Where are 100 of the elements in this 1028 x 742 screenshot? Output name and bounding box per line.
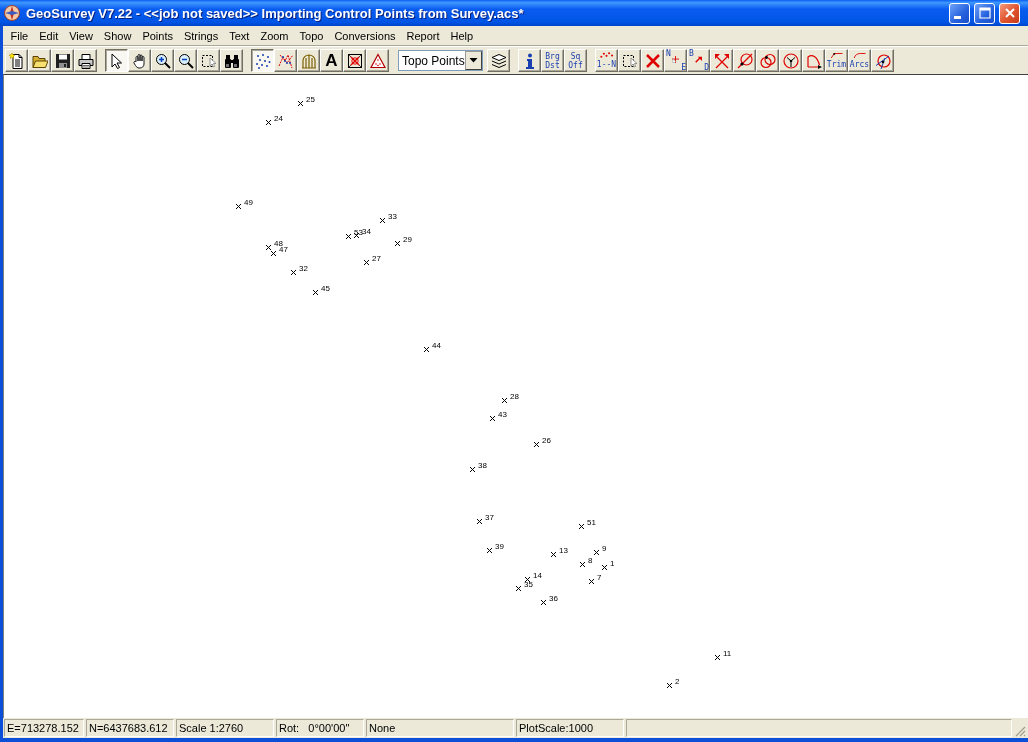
crossed-box-icon [346,52,363,69]
trim-button[interactable]: Trim [825,49,848,72]
corner-lines-icon [829,52,844,58]
point-label: 26 [542,436,551,445]
bearing-button[interactable]: B D [687,49,710,72]
status-panel: PlotScale:1000 [516,719,624,737]
arc-button[interactable] [802,49,825,72]
menu-item[interactable]: File [5,27,34,44]
open-button[interactable] [28,49,51,72]
select-window-button[interactable] [618,49,641,72]
resize-grip-icon[interactable] [1014,725,1026,737]
cross-marker-icon [469,466,475,472]
circle-button[interactable] [779,49,802,72]
square-off-button[interactable]: Sq Off [564,49,587,72]
new-button[interactable] [5,49,28,72]
point-label: 43 [498,410,507,419]
point-label: 1 [610,559,615,568]
scribble-lines-icon [277,52,294,69]
point-label: 11 [723,649,732,658]
point-label: 33 [388,212,397,221]
cross-marker-icon [476,518,482,524]
menu-item[interactable]: Topo [294,27,329,44]
menu-item[interactable]: Text [223,27,255,44]
topo-button[interactable] [297,49,320,72]
diagonal-arrow-icon [695,56,702,63]
status-panel: N=6437683.612 [86,719,174,737]
show-points-button[interactable] [251,49,274,72]
select-tool-button[interactable] [105,49,128,72]
text-button[interactable]: A [320,49,343,72]
triangle-button[interactable] [366,49,389,72]
pointer-arrow-icon [108,52,125,69]
point-label: 13 [559,546,568,555]
zoom-out-button[interactable] [174,49,197,72]
status-panel: E=713278.152 [4,719,84,737]
delete-button[interactable] [343,49,366,72]
point-label: 35 [524,580,533,589]
tangent-button[interactable] [871,49,894,72]
cross-marker-icon [524,576,530,582]
point-label: 28 [510,392,519,401]
point-label: 2 [675,677,680,686]
minimize-icon [954,16,961,19]
cross-marker-icon [579,561,585,567]
cross-marker-icon [379,217,385,223]
menu-item[interactable]: View [63,27,99,44]
two-circles-icon [759,52,776,69]
point-label: 34 [362,227,371,236]
arcs-button[interactable]: Arcs [848,49,871,72]
menu-item[interactable]: Points [136,27,179,44]
coordinate-button[interactable]: N E [664,49,687,72]
save-button[interactable] [51,49,74,72]
maximize-icon [978,7,991,19]
point-label: 8 [588,556,593,565]
renumber-button[interactable]: 1--N [595,49,618,72]
zoom-window-button[interactable] [197,49,220,72]
zoom-in-button[interactable] [151,49,174,72]
point-label: 7 [597,573,602,582]
maximize-button[interactable] [974,2,995,24]
point-label: 14 [533,571,542,580]
show-strings-button[interactable] [274,49,297,72]
close-button[interactable] [999,2,1020,24]
cross-marker-icon [501,397,507,403]
menu-item[interactable]: Strings [178,27,224,44]
pan-button[interactable] [128,49,151,72]
compass-icon [4,5,20,21]
menu-item[interactable]: Edit [33,27,64,44]
printer-icon [77,52,94,69]
menu-item[interactable]: Zoom [254,27,295,44]
cross-marker-icon [593,549,599,555]
circle-line-icon [736,52,753,69]
minimize-button[interactable] [949,2,970,24]
bearing-distance-button[interactable]: Brg Dst [541,49,564,72]
layer-dropdown[interactable]: Topo Points [398,50,483,71]
find-button[interactable] [220,49,243,72]
menu-item[interactable]: Conversions [328,27,402,44]
point-label: 37 [485,513,494,522]
cross-marker-icon [265,119,271,125]
intersect-button[interactable] [710,49,733,72]
menu-item[interactable]: Report [401,27,446,44]
point-label: 24 [274,114,283,123]
status-panel: Scale 1:2760 [176,719,274,737]
point-label: 36 [549,594,558,603]
cross-marker-icon [312,289,318,295]
circle-circle-button[interactable] [756,49,779,72]
x-mark-icon [644,52,661,69]
menu-item[interactable]: Help [445,27,479,44]
info-button[interactable] [518,49,541,72]
close-icon [1003,7,1016,19]
cross-marker-icon [666,682,672,688]
cross-marker-icon [290,269,296,275]
point-label: 29 [403,235,412,244]
cross-marker-icon [486,547,492,553]
menu-item[interactable]: Show [98,27,137,44]
circle-line-button[interactable] [733,49,756,72]
layers-button[interactable] [487,49,510,72]
hand-icon [131,52,148,69]
print-button[interactable] [74,49,97,72]
zoom-out-icon [177,52,194,69]
cross-marker-icon [578,523,584,529]
delete-point-button[interactable] [641,49,664,72]
arches-icon [300,52,317,69]
